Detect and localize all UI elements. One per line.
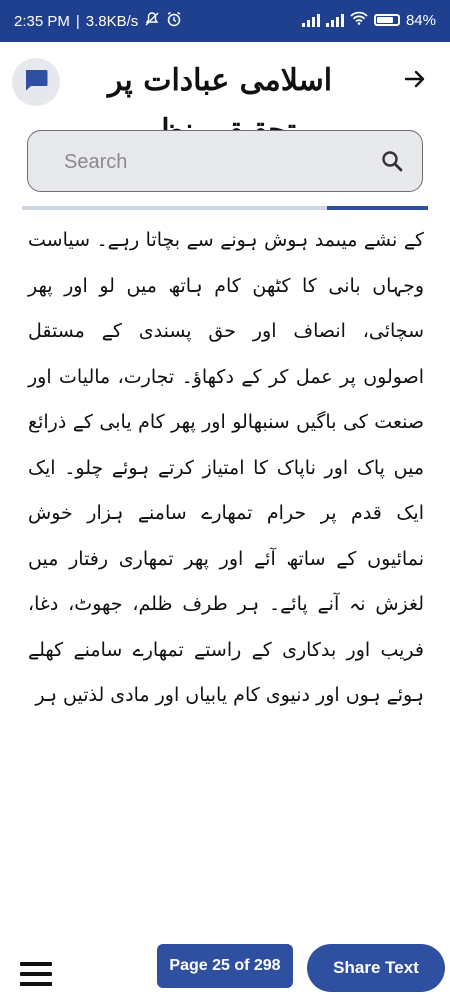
page-indicator-button[interactable]: Page 25 of 298 [157, 944, 293, 988]
alarm-icon [166, 11, 182, 31]
status-separator: | [75, 12, 80, 30]
status-bar: 2:35 PM | 3.8KB/s 84% [0, 0, 450, 42]
share-text-button[interactable]: Share Text [307, 944, 445, 992]
search-icon[interactable] [380, 149, 404, 177]
chat-button[interactable] [12, 58, 60, 106]
status-time: 2:35 PM [14, 12, 70, 30]
arrow-right-icon [404, 69, 426, 93]
search-bar[interactable] [27, 130, 423, 192]
reading-progress-bar [22, 206, 428, 210]
book-text: کے نشے میںمد ہوش ہونے سے بچاتا رہے۔ سیاس… [28, 218, 424, 719]
back-button[interactable] [398, 64, 432, 98]
status-net-speed: 3.8KB/s [85, 12, 139, 30]
search-input[interactable] [62, 141, 366, 183]
signal-icon [325, 13, 344, 27]
book-paragraph: کے نشے میںمد ہوش ہونے سے بچاتا رہے۔ سیاس… [28, 229, 424, 706]
menu-button[interactable] [20, 960, 52, 988]
wifi-icon [350, 11, 368, 29]
signal-icon [301, 13, 320, 27]
battery-icon [373, 14, 400, 26]
reading-progress-fill [326, 206, 428, 210]
chat-bubble-icon [23, 68, 49, 96]
muted-notifications-icon [144, 11, 160, 31]
battery-percent: 84% [405, 11, 436, 29]
